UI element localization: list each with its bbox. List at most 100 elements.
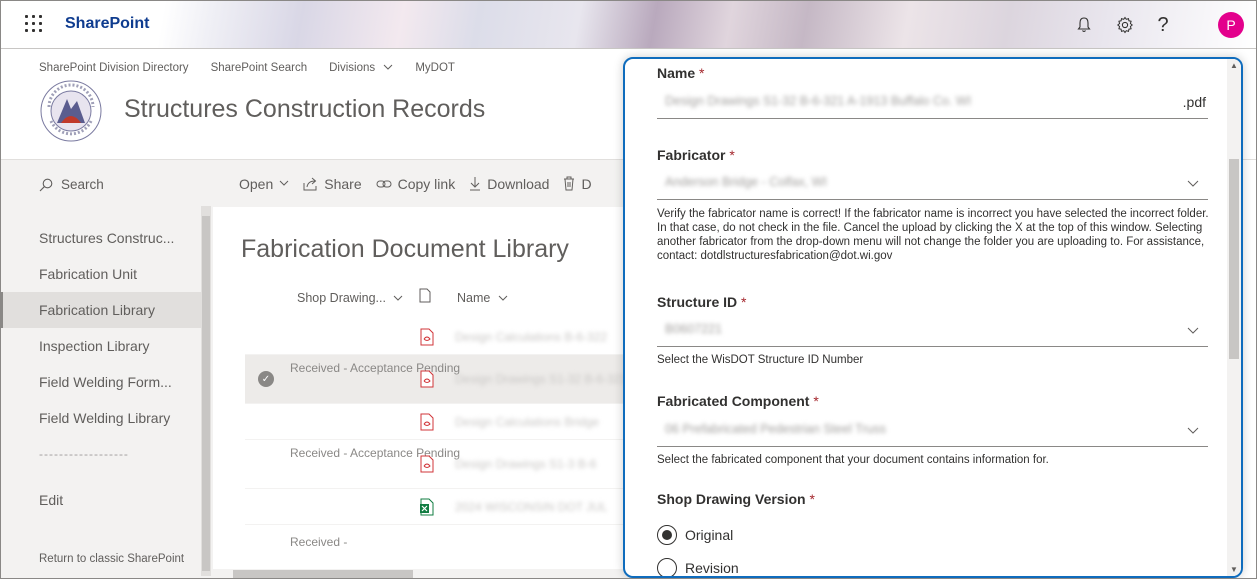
command-bar: Open Share Copy link Download D [213, 160, 633, 207]
file-name[interactable]: 2024 WISCONSIN DOT JUL [455, 500, 607, 514]
table-row[interactable]: Design Calculations Bridge [245, 404, 635, 440]
name-label-text: Name [657, 65, 696, 81]
copy-link-button[interactable]: Copy link [376, 175, 456, 192]
required-mark: * [813, 393, 819, 409]
chevron-down-icon [1187, 180, 1199, 187]
radio-original[interactable]: Original [657, 525, 733, 545]
radio-revision-label: Revision [685, 560, 739, 576]
divisions-label: Divisions [329, 62, 376, 74]
suite-bar: SharePoint ? P [1, 1, 1256, 49]
pdf-file-icon [420, 370, 434, 388]
share-icon [303, 177, 317, 190]
shop-drawing-version-label-text: Shop Drawing Version [657, 491, 806, 507]
search-box[interactable]: Search [39, 177, 104, 192]
left-scrollbar-thumb[interactable] [202, 216, 210, 571]
bell-icon[interactable] [1072, 13, 1096, 37]
avatar[interactable]: P [1218, 12, 1244, 38]
chevron-down-icon [394, 295, 403, 301]
list-scrollbar-thumb[interactable] [233, 570, 413, 578]
table-row[interactable]: ✓ Received - Acceptance Pending Design D… [245, 355, 635, 404]
pdf-file-icon [420, 413, 434, 431]
nav-item-inspection-library[interactable]: Inspection Library [1, 328, 201, 364]
brand-link[interactable]: SharePoint [65, 15, 149, 33]
fabricated-component-label: Fabricated Component * [657, 393, 819, 409]
radio-revision[interactable]: Revision [657, 558, 739, 576]
site-navigation: SharePoint Division Directory SharePoint… [39, 62, 455, 74]
table-row[interactable]: Design Calculations B-6-322 [245, 319, 635, 355]
table-row[interactable]: Received - Acceptance Pending Design Dra… [245, 440, 635, 489]
required-mark: * [699, 65, 705, 81]
wisdot-logo-icon[interactable] [39, 79, 103, 143]
table-row[interactable]: 2024 WISCONSIN DOT JUL [245, 489, 635, 525]
structure-id-dropdown[interactable]: B0607221 [657, 315, 1208, 347]
left-scrollbar[interactable] [201, 206, 211, 576]
chevron-down-icon [383, 64, 393, 70]
scroll-up-icon[interactable]: ▲ [1230, 61, 1238, 70]
open-label: Open [239, 175, 274, 192]
share-label: Share [324, 175, 362, 192]
panel-scrollbar-thumb[interactable] [1229, 159, 1239, 359]
properties-panel: Name * Design Drawings S1-32 B-6-321 A-1… [623, 57, 1243, 578]
radio-original-dot[interactable] [657, 525, 677, 545]
nav-item-field-welding-form[interactable]: Field Welding Form... [1, 364, 201, 400]
nav-item-fabrication-library[interactable]: Fabrication Library [1, 292, 201, 328]
return-to-classic-link[interactable]: Return to classic SharePoint [39, 553, 184, 565]
panel-vertical-scrollbar[interactable]: ▲ ▼ [1227, 59, 1241, 576]
excel-file-icon [420, 498, 434, 516]
scroll-down-icon[interactable]: ▼ [1230, 565, 1238, 574]
fabricator-value: Anderson Bridge - Colfax, WI [665, 175, 827, 189]
help-icon[interactable]: ? [1151, 13, 1175, 37]
nav-separator: ------------------ [39, 447, 129, 461]
fabricated-component-value: 06 Prefabricated Pedestrian Steel Truss [665, 422, 886, 436]
nav-item-structures-construction[interactable]: Structures Construc... [1, 220, 201, 256]
file-name[interactable]: Design Drawings S1-32 B-6-321 [455, 372, 627, 386]
column-header-name-label: Name [457, 291, 491, 305]
chevron-down-icon [1187, 327, 1199, 334]
share-button[interactable]: Share [303, 175, 362, 192]
download-button[interactable]: Download [469, 176, 549, 192]
nav-link-mydot[interactable]: MyDOT [415, 62, 455, 74]
file-name[interactable]: Design Drawings S1-3 B-6 [455, 457, 596, 471]
file-type-column-icon[interactable] [419, 288, 431, 303]
column-header-shop-drawing[interactable]: Shop Drawing... [297, 291, 403, 305]
nav-link-search[interactable]: SharePoint Search [211, 62, 308, 74]
fabricator-label: Fabricator * [657, 147, 735, 163]
open-button[interactable]: Open [239, 176, 289, 192]
site-title[interactable]: Structures Construction Records [124, 95, 485, 124]
column-header-name[interactable]: Name [457, 291, 508, 305]
download-icon [470, 177, 481, 191]
nav-item-fabrication-unit[interactable]: Fabrication Unit [1, 256, 201, 292]
pdf-file-icon [420, 455, 434, 473]
structure-id-label-text: Structure ID [657, 294, 738, 310]
fabricator-dropdown[interactable]: Anderson Bridge - Colfax, WI [657, 168, 1208, 200]
fabricator-label-text: Fabricator [657, 147, 726, 163]
table-row[interactable]: Received - [245, 525, 635, 574]
required-mark: * [729, 147, 735, 163]
nav-link-division-directory[interactable]: SharePoint Division Directory [39, 62, 189, 74]
gear-icon[interactable] [1113, 13, 1137, 37]
row-status: Received - [290, 535, 348, 549]
nav-item-field-welding-library[interactable]: Field Welding Library [1, 400, 201, 436]
required-mark: * [809, 491, 815, 507]
structure-id-value: B0607221 [665, 322, 723, 336]
nav-edit-link[interactable]: Edit [1, 472, 201, 528]
nav-link-divisions[interactable]: Divisions [329, 62, 393, 74]
row-check-icon[interactable]: ✓ [258, 371, 274, 387]
document-list: Design Calculations B-6-322 ✓ Received -… [245, 319, 635, 574]
name-field[interactable]: Design Drawings S1-32 B-6-321 A-1913 Buf… [657, 87, 1208, 119]
shop-drawing-version-label: Shop Drawing Version * [657, 491, 815, 507]
copy-link-label: Copy link [397, 175, 456, 192]
column-header-shop-drawing-label: Shop Drawing... [297, 291, 386, 305]
delete-button[interactable]: D [563, 175, 592, 192]
file-name[interactable]: Design Calculations B-6-322 [455, 330, 607, 344]
delete-label: D [581, 175, 592, 192]
fabricated-component-dropdown[interactable]: 06 Prefabricated Pedestrian Steel Truss [657, 415, 1208, 447]
list-horizontal-scrollbar[interactable] [213, 569, 633, 578]
radio-revision-dot[interactable] [657, 558, 677, 576]
structure-id-label: Structure ID * [657, 294, 746, 310]
file-name[interactable]: Design Calculations Bridge [455, 415, 599, 429]
fabricated-component-help-text: Select the fabricated component that you… [657, 454, 1049, 466]
app-launcher-icon[interactable] [25, 15, 43, 33]
chevron-down-icon [1187, 427, 1199, 434]
fabricator-help-text: Verify the fabricator name is correct! I… [657, 208, 1209, 262]
